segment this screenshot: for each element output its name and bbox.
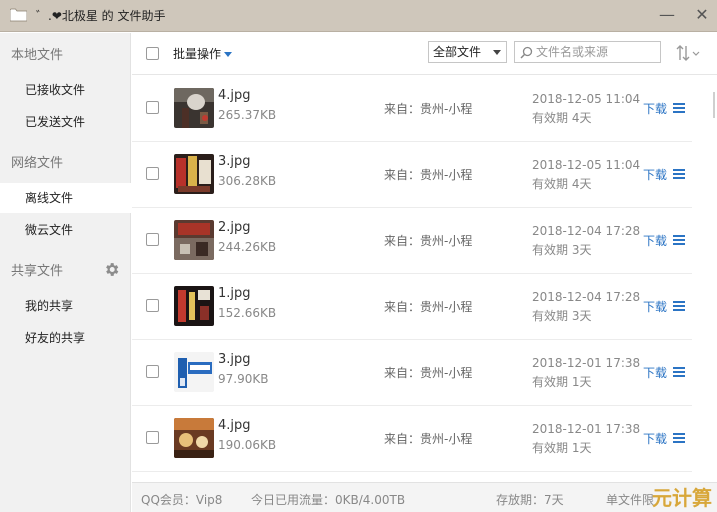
image-thumbnail[interactable] — [174, 154, 214, 194]
row-checkbox[interactable] — [146, 365, 159, 378]
file-row[interactable]: 4.jpg 265.37KB 来自：贵州-小程 2018-12-05 11:04… — [132, 76, 692, 142]
file-row[interactable]: 2.jpg 244.26KB 来自：贵州-小程 2018-12-04 17:28… — [132, 208, 692, 274]
file-source: 来自：贵州-小程 — [384, 102, 473, 116]
file-name: 3.jpg — [218, 154, 251, 169]
sidebar-item-friend-share[interactable]: 好友的共享 — [0, 323, 131, 353]
more-menu-icon[interactable] — [673, 103, 685, 113]
select-all-checkbox[interactable] — [146, 47, 159, 60]
file-expiry: 有效期 4天 — [532, 111, 592, 125]
file-date: 2018-12-01 17:38 — [532, 422, 641, 436]
traffic-status: 今日已用流量：0KB/4.00TB — [251, 493, 406, 507]
file-name: 3.jpg — [218, 352, 251, 367]
file-name: 4.jpg — [218, 418, 251, 433]
sidebar-item-received[interactable]: 已接收文件 — [0, 75, 131, 105]
row-checkbox[interactable] — [146, 299, 159, 312]
folder-icon — [10, 8, 27, 22]
file-type-select[interactable]: 全部文件 — [428, 41, 507, 63]
file-size: 265.37KB — [218, 108, 277, 122]
download-link[interactable]: 下载 — [643, 166, 667, 183]
file-source: 来自：贵州-小程 — [384, 234, 473, 248]
image-thumbnail[interactable] — [174, 220, 214, 260]
more-menu-icon[interactable] — [673, 169, 685, 179]
single-file-limit: 单文件限 — [606, 493, 655, 507]
batch-operation-label: 批量操作 — [173, 47, 222, 61]
sidebar-item-weiyun[interactable]: 微云文件 — [0, 215, 131, 245]
title-bar: ゛.❤北极星 的 文件助手 — ✕ — [0, 0, 717, 32]
caret-down-icon — [224, 52, 233, 57]
download-link[interactable]: 下载 — [643, 298, 667, 315]
file-date: 2018-12-05 11:04 — [532, 158, 641, 172]
row-checkbox[interactable] — [146, 431, 159, 444]
sidebar-item-offline[interactable]: 离线文件 — [0, 183, 131, 213]
image-thumbnail[interactable] — [174, 88, 214, 128]
more-menu-icon[interactable] — [673, 301, 685, 311]
file-source: 来自：贵州-小程 — [384, 300, 473, 314]
file-date: 2018-12-01 17:38 — [532, 356, 641, 370]
file-size: 244.26KB — [218, 240, 277, 254]
file-type-value: 全部文件 — [433, 45, 482, 59]
sidebar-item-my-share[interactable]: 我的共享 — [0, 291, 131, 321]
search-input[interactable] — [536, 43, 658, 61]
vip-status: QQ会员：Vip8 — [141, 493, 223, 507]
file-size: 152.66KB — [218, 306, 277, 320]
file-expiry: 有效期 4天 — [532, 177, 592, 191]
file-source: 来自：贵州-小程 — [384, 168, 473, 182]
sidebar: 本地文件 已接收文件 已发送文件 网络文件 离线文件 微云文件 共享文件 我的共… — [0, 33, 131, 512]
file-expiry: 有效期 1天 — [532, 441, 592, 455]
image-thumbnail[interactable] — [174, 286, 214, 326]
file-expiry: 有效期 3天 — [532, 243, 592, 257]
file-date: 2018-12-04 17:28 — [532, 224, 641, 238]
window-title: ゛.❤北极星 的 文件助手 — [36, 9, 166, 23]
file-date: 2018-12-04 17:28 — [532, 290, 641, 304]
file-name: 4.jpg — [218, 88, 251, 103]
scrollbar[interactable] — [705, 90, 717, 120]
image-thumbnail[interactable] — [174, 352, 214, 392]
watermark-text: 元计算 — [652, 486, 712, 510]
batch-operation-menu[interactable]: 批量操作 — [173, 45, 233, 62]
more-menu-icon[interactable] — [673, 433, 685, 443]
status-bar: QQ会员：Vip8 今日已用流量：0KB/4.00TB 存放期：7天 单文件限 — [132, 482, 717, 512]
dropdown-arrow-icon — [493, 50, 501, 55]
toolbar: 批量操作 全部文件 — [132, 33, 717, 75]
file-expiry: 有效期 3天 — [532, 309, 592, 323]
sort-icon[interactable] — [675, 44, 701, 62]
file-row[interactable]: 1.jpg 152.66KB 来自：贵州-小程 2018-12-04 17:28… — [132, 274, 692, 340]
file-row[interactable]: 3.jpg 306.28KB 来自：贵州-小程 2018-12-05 11:04… — [132, 142, 692, 208]
file-name: 2.jpg — [218, 220, 251, 235]
row-checkbox[interactable] — [146, 233, 159, 246]
search-icon — [520, 46, 533, 59]
file-source: 来自：贵州-小程 — [384, 432, 473, 446]
more-menu-icon[interactable] — [673, 367, 685, 377]
storage-period: 存放期：7天 — [496, 493, 564, 507]
file-expiry: 有效期 1天 — [532, 375, 592, 389]
minimize-button[interactable]: — — [656, 4, 678, 26]
file-size: 190.06KB — [218, 438, 277, 452]
file-row[interactable]: 3.jpg 97.90KB 来自：贵州-小程 2018-12-01 17:38 … — [132, 340, 692, 406]
file-row[interactable]: 4.jpg 190.06KB 来自：贵州-小程 2018-12-01 17:38… — [132, 406, 692, 472]
download-link[interactable]: 下载 — [643, 100, 667, 117]
close-button[interactable]: ✕ — [691, 4, 713, 26]
download-link[interactable]: 下载 — [643, 232, 667, 249]
row-checkbox[interactable] — [146, 167, 159, 180]
download-link[interactable]: 下载 — [643, 364, 667, 381]
file-size: 97.90KB — [218, 372, 269, 386]
more-menu-icon[interactable] — [673, 235, 685, 245]
image-thumbnail[interactable] — [174, 418, 214, 458]
file-name: 1.jpg — [218, 286, 251, 301]
section-network-files: 网络文件 — [11, 156, 64, 171]
file-source: 来自：贵州-小程 — [384, 366, 473, 380]
section-shared-files: 共享文件 — [11, 264, 64, 279]
file-date: 2018-12-05 11:04 — [532, 92, 641, 106]
section-local-files: 本地文件 — [11, 48, 64, 63]
download-link[interactable]: 下载 — [643, 430, 667, 447]
file-size: 306.28KB — [218, 174, 277, 188]
row-checkbox[interactable] — [146, 101, 159, 114]
gear-icon[interactable] — [103, 261, 120, 278]
search-box — [514, 41, 661, 63]
sidebar-item-sent[interactable]: 已发送文件 — [0, 107, 131, 137]
